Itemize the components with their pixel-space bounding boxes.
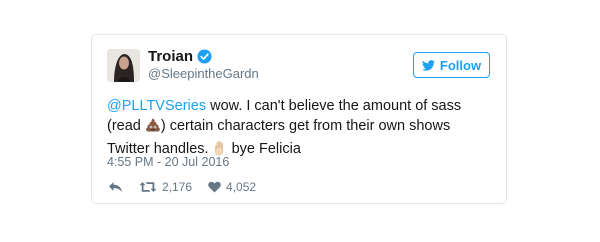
avatar[interactable] — [107, 49, 140, 82]
reply-icon — [109, 182, 122, 192]
author-handle[interactable]: @SleepintheGardn — [148, 66, 259, 81]
retweet-count: 2,176 — [162, 180, 193, 194]
heart-icon — [208, 181, 221, 193]
tweet-actions: 2,176 4,052 — [108, 180, 272, 194]
tweet-card: Troian @SleepintheGardn Follow @PLLTVSer… — [91, 34, 507, 204]
retweet-button[interactable]: 2,176 — [139, 180, 192, 194]
tweet-text: @PLLTVSeries wow. I can't believe the am… — [107, 96, 492, 162]
twitter-bird-icon — [421, 59, 435, 71]
follow-button[interactable]: Follow — [413, 52, 490, 78]
pile-of-poo-icon — [145, 117, 161, 139]
timestamp[interactable]: 4:55 PM - 20 Jul 2016 — [107, 155, 229, 169]
follow-label: Follow — [439, 57, 482, 73]
verified-badge-icon — [197, 49, 212, 64]
like-button[interactable]: 4,052 — [208, 180, 256, 194]
retweet-icon — [139, 182, 157, 192]
author-name[interactable]: Troian — [148, 48, 193, 65]
mention-link[interactable]: @PLLTVSeries — [107, 98, 206, 114]
like-count: 4,052 — [226, 180, 257, 194]
author-name-row: Troian — [148, 48, 212, 65]
tweet-text-part-3: bye Felicia — [227, 141, 301, 157]
reply-button[interactable] — [108, 181, 123, 193]
